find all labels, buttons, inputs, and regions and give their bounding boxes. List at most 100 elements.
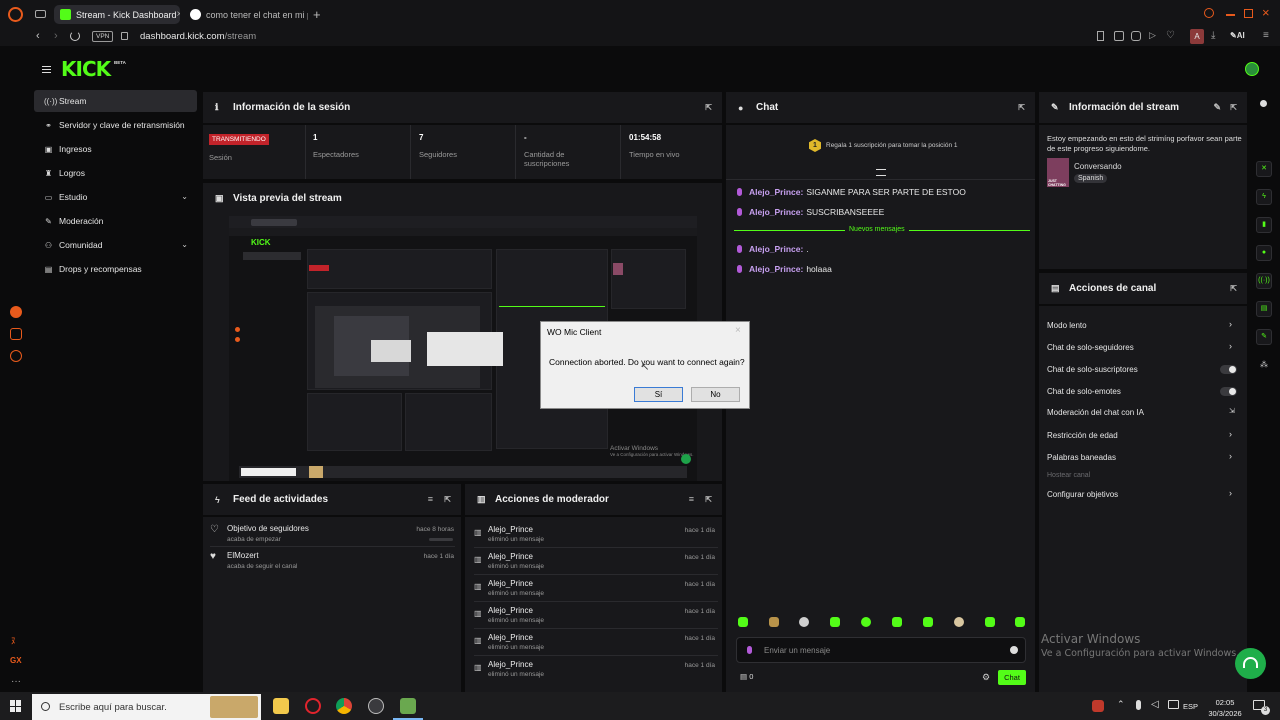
rail-button-icon[interactable]: ▤ [1256, 301, 1272, 317]
external-link-icon[interactable]: ⇱ [1230, 284, 1237, 293]
sidebar-item-server-key[interactable]: ⚭ Servidor y clave de retransmisión [34, 114, 197, 136]
profile-avatar[interactable]: A [1190, 29, 1204, 44]
heart-icon[interactable]: ♡ [1166, 30, 1175, 41]
opera-sidebar-icon[interactable] [10, 306, 22, 318]
close-tab-icon[interactable]: × [177, 9, 180, 20]
adblock-icon[interactable] [1131, 31, 1141, 41]
chevron-right-icon[interactable]: › [1229, 429, 1232, 439]
clock[interactable]: 02:05 30/3/2026 [1205, 697, 1245, 719]
chat-message[interactable]: Alejo_Prince: SIGANME PARA SER PARTE DE E… [737, 187, 966, 197]
minecraft-taskbar-icon[interactable] [400, 698, 416, 714]
volume-icon[interactable]: ◁ [1151, 699, 1159, 710]
chat-input[interactable]: Enviar un mensaje [736, 637, 1026, 663]
task-view-icon[interactable] [273, 698, 289, 714]
back-icon[interactable]: ‹ [36, 30, 40, 42]
rail-button-icon[interactable]: ● [1256, 245, 1272, 261]
subscribers-only-toggle[interactable] [1220, 365, 1237, 374]
tab-overview-icon[interactable] [35, 10, 46, 18]
sidebar-item-income[interactable]: ▣ Ingresos [34, 138, 197, 160]
emoji-icon[interactable] [1010, 646, 1018, 654]
sidebar-item-stream[interactable]: ((·)) Stream [34, 90, 197, 112]
external-link-icon[interactable]: ⇱ [444, 495, 451, 504]
points-display[interactable]: ▤ 0 [740, 672, 753, 681]
emotes-only-toggle[interactable] [1220, 387, 1237, 396]
close-window-icon[interactable]: × [1262, 5, 1270, 20]
sidebar-item-studio[interactable]: ▭ Estudio ⌄ [34, 186, 197, 208]
bookmark-icon[interactable] [1097, 31, 1104, 41]
tab-google-search[interactable]: como tener el chat en mi p [184, 5, 308, 24]
ai-button[interactable]: ✎AI [1230, 31, 1245, 40]
action-slow-mode[interactable]: Modo lento [1047, 321, 1087, 330]
emote-icon[interactable] [954, 617, 964, 627]
external-link-icon[interactable]: ⇲ [1229, 407, 1235, 415]
hamburger-menu-icon[interactable] [42, 66, 51, 73]
filter-icon[interactable]: ≡ [689, 494, 694, 504]
external-link-icon[interactable]: ⇱ [1230, 103, 1237, 112]
filter-icon[interactable]: ≡ [428, 494, 433, 504]
mic-tray-icon[interactable] [1136, 700, 1141, 710]
external-link-icon[interactable]: ⇱ [705, 495, 712, 504]
mod-action-row[interactable]: ▥ Alejo_Prince eliminó un mensaje hace 1 dí… [474, 656, 718, 683]
category-name[interactable]: Conversando [1074, 162, 1122, 171]
settings-icon[interactable] [10, 350, 22, 362]
menu-icon[interactable]: ≡ [1263, 30, 1269, 41]
gift-leaderboard[interactable]: 1 Regala 1 suscripción para tomar la pos… [809, 139, 958, 152]
chat-message[interactable]: Alejo_Prince: holaaa [737, 264, 832, 274]
mod-action-row[interactable]: ▥ Alejo_Prince eliminó un mensaje hace 1 dí… [474, 521, 718, 548]
external-link-icon[interactable]: ⇱ [1018, 103, 1025, 112]
emote-icon[interactable] [892, 617, 902, 627]
emote-icon[interactable] [985, 617, 995, 627]
rail-button-icon[interactable]: ((·)) [1256, 273, 1272, 289]
url-text[interactable]: dashboard.kick.com/stream [140, 31, 256, 42]
feed-item[interactable]: ♡ Objetivo de seguidores acaba de empeza… [210, 521, 455, 547]
action-configure-goals[interactable]: Configurar objetivos [1047, 490, 1118, 499]
taskbar-search-input[interactable]: Escribe aquí para buscar. [32, 694, 261, 720]
kick-logo[interactable]: KICK [61, 57, 111, 81]
close-icon[interactable]: × [735, 325, 741, 336]
feed-item[interactable]: ♥ ElMozert acaba de seguir el canal hace… [210, 548, 455, 574]
opera-sidebar-icon[interactable] [10, 328, 22, 340]
reload-icon[interactable] [70, 31, 80, 41]
sidebar-item-community[interactable]: ⚇ Comunidad ⌄ [34, 234, 197, 256]
maximize-icon[interactable] [1244, 9, 1253, 18]
network-icon[interactable] [1168, 700, 1179, 709]
chat-settings-icon[interactable]: ⚙ [982, 672, 990, 683]
chevron-right-icon[interactable]: › [1229, 341, 1232, 351]
chevron-right-icon[interactable]: › [1229, 488, 1232, 498]
snapshot-icon[interactable] [1114, 31, 1124, 41]
chat-message[interactable]: Alejo_Prince:. [737, 244, 809, 254]
language-indicator[interactable]: ESP [1183, 702, 1198, 711]
chrome-taskbar-icon[interactable] [336, 698, 352, 714]
tray-app-icon[interactable] [1092, 700, 1104, 712]
more-icon[interactable]: ··· [11, 676, 21, 687]
emote-icon[interactable] [769, 617, 779, 627]
emote-icon[interactable] [738, 617, 748, 627]
minimize-icon[interactable] [1226, 14, 1235, 16]
opera-taskbar-icon[interactable] [305, 698, 321, 714]
player-icon[interactable]: ▷ [1149, 30, 1156, 41]
category-thumbnail[interactable]: JUST CHATTING [1047, 158, 1069, 187]
sidebar-item-achievements[interactable]: ♜ Logros [34, 162, 197, 184]
tray-chevron-icon[interactable]: ⌃ [1117, 699, 1125, 710]
rail-button-icon[interactable]: ✕ [1256, 161, 1272, 177]
vpn-badge[interactable]: VPN [92, 31, 114, 42]
rail-button-icon[interactable]: ▮ [1256, 217, 1272, 233]
chevron-right-icon[interactable]: › [1229, 319, 1232, 329]
search-icon[interactable] [1204, 8, 1214, 18]
emote-icon[interactable] [830, 617, 840, 627]
emote-icon[interactable] [799, 617, 809, 627]
tab-kick-dashboard[interactable]: Stream - Kick Dashboard × [54, 5, 180, 24]
external-link-icon[interactable]: ⇱ [705, 103, 712, 112]
emote-icon[interactable] [1015, 617, 1025, 627]
mod-action-row[interactable]: ▥ Alejo_Prince eliminó un mensaje hace 1 dí… [474, 548, 718, 575]
sidebar-item-moderation[interactable]: ✎ Moderación [34, 210, 197, 232]
emote-icon[interactable] [861, 617, 871, 627]
no-button[interactable]: No [691, 387, 740, 402]
forward-icon[interactable]: › [54, 30, 58, 42]
rail-button-icon[interactable]: ✎ [1256, 329, 1272, 345]
windows-start-icon[interactable] [10, 700, 22, 712]
support-chat-button[interactable] [1235, 648, 1266, 679]
chat-message[interactable]: Alejo_Prince: SUSCRIBANSEEEE [737, 207, 884, 217]
emote-icon[interactable] [923, 617, 933, 627]
mod-action-row[interactable]: ▥ Alejo_Prince eliminó un mensaje hace 1 dí… [474, 602, 718, 629]
